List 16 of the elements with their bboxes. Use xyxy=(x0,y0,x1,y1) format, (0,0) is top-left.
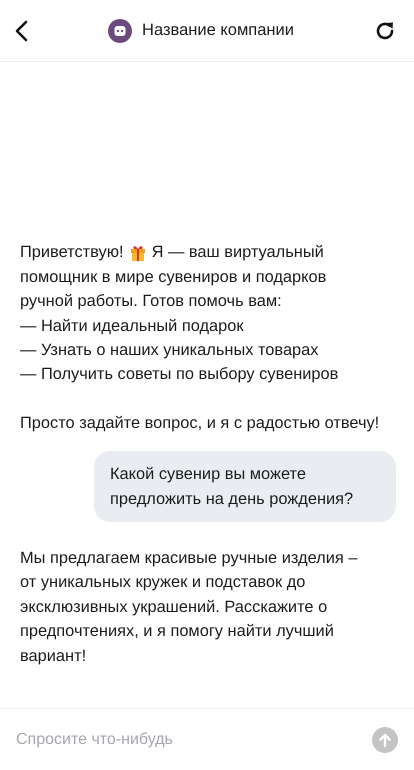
greeting-text: Просто задайте вопрос, и я с радостью отвечу! xyxy=(20,412,380,434)
greeting-text: ручной работы. Готов помочь вам: xyxy=(20,291,282,312)
company-name: Название компании xyxy=(142,21,294,40)
option-text: — Получить советы по выбору сувениров xyxy=(20,364,338,386)
bot-message: Мы предлагаем красивые ручные изделия – от уникальных кружек и подставок до эксклюзивных украшений. Расскажите о предпочтениях, и я помогу найти лучший вариант! xyxy=(20,548,358,667)
option-text: — Найти идеальный подарок xyxy=(20,316,244,337)
message-input[interactable]: Спросите что-нибудь xyxy=(16,730,364,748)
refresh-icon[interactable] xyxy=(374,20,396,42)
gift-icon xyxy=(130,244,146,262)
greeting-text: Я — ваш виртуальный xyxy=(152,242,324,264)
back-icon[interactable] xyxy=(14,20,28,42)
greeting-text: Приветствую! xyxy=(20,242,124,264)
greeting-text: помощник в мире сувениров и подарков xyxy=(20,266,326,288)
chat-bot-icon xyxy=(108,18,132,42)
option-text: — Узнать о наших уникальных товарах xyxy=(20,340,318,361)
user-message: Какой сувенир вы можете предложить на день рождения? xyxy=(94,451,396,522)
